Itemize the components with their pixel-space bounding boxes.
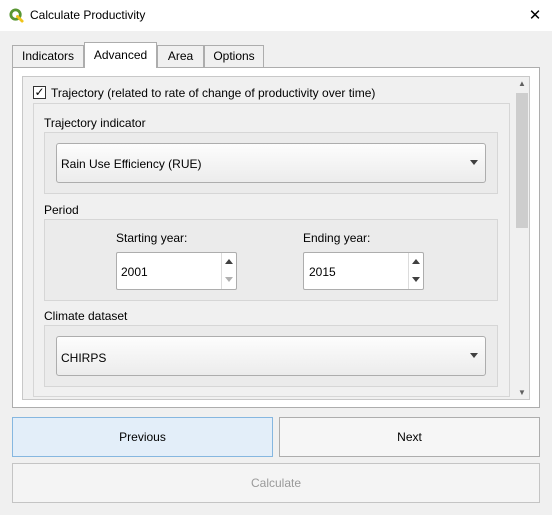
next-button[interactable]: Next — [279, 417, 540, 457]
scroll-down-icon[interactable]: ▼ — [515, 386, 529, 399]
spin-down-icon[interactable] — [225, 277, 233, 282]
tab-indicators[interactable]: Indicators — [12, 45, 84, 67]
starting-year-label: Starting year: — [116, 231, 188, 245]
trajectory-indicator-label: Trajectory indicator — [44, 116, 146, 130]
period-frame — [44, 219, 498, 301]
chevron-down-icon — [470, 160, 478, 165]
starting-year-value: 2001 — [121, 265, 148, 279]
trajectory-indicator-value: Rain Use Efficiency (RUE) — [61, 157, 202, 171]
window-title: Calculate Productivity — [30, 8, 146, 22]
close-icon[interactable]: ✕ — [524, 5, 546, 27]
tab-options[interactable]: Options — [204, 45, 264, 67]
trajectory-checkbox[interactable]: ✓ — [33, 86, 46, 99]
previous-button[interactable]: Previous — [12, 417, 273, 457]
climate-dataset-combobox[interactable] — [56, 336, 486, 376]
tab-advanced[interactable]: Advanced — [84, 42, 157, 68]
ending-year-label: Ending year: — [303, 231, 371, 245]
scroll-up-icon[interactable]: ▲ — [515, 77, 529, 90]
tab-area[interactable]: Area — [157, 45, 204, 67]
spin-down-icon[interactable] — [412, 277, 420, 282]
spin-up-icon[interactable] — [225, 259, 233, 264]
period-label: Period — [44, 203, 79, 217]
climate-dataset-value: CHIRPS — [61, 351, 107, 365]
calculate-button[interactable]: Calculate — [12, 463, 540, 503]
qgis-logo-icon — [9, 8, 24, 23]
spin-up-icon[interactable] — [412, 259, 420, 264]
trajectory-checkbox-label[interactable]: Trajectory (related to rate of change of… — [51, 86, 375, 100]
ending-year-value: 2015 — [309, 265, 336, 279]
checkmark-icon: ✓ — [34, 85, 45, 99]
climate-dataset-label: Climate dataset — [44, 309, 128, 323]
scrollbar-thumb[interactable] — [516, 93, 528, 228]
chevron-down-icon — [470, 353, 478, 358]
